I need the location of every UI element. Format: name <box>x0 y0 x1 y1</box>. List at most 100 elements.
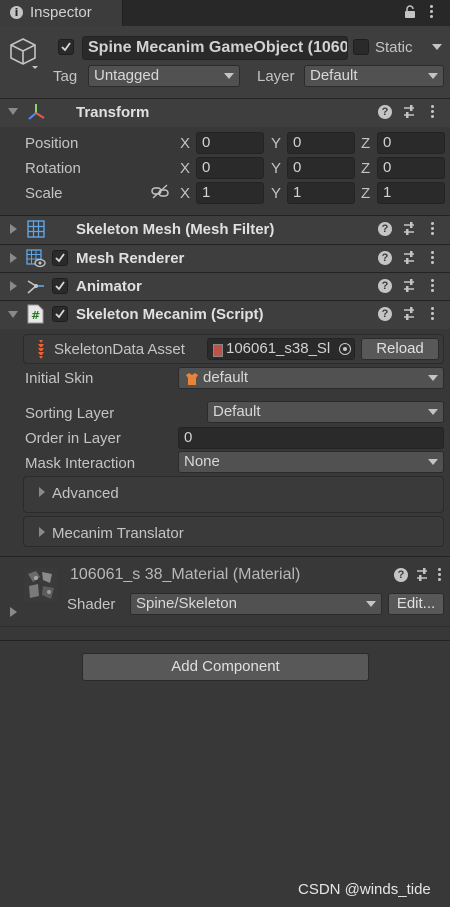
scale-z-label[interactable]: Z <box>361 185 370 202</box>
chevron-down-icon <box>366 601 376 607</box>
layer-dropdown[interactable]: Default <box>304 65 444 87</box>
order-in-layer-field[interactable]: 0 <box>178 427 444 449</box>
advanced-label: Advanced <box>52 485 119 502</box>
rotation-z-label[interactable]: Z <box>361 160 370 177</box>
mesh-renderer-enabled-checkbox[interactable] <box>52 250 68 266</box>
preset-icon[interactable] <box>415 567 429 583</box>
static-dropdown-arrow[interactable] <box>432 44 442 50</box>
foldout-expanded-icon[interactable] <box>8 311 18 318</box>
spine-icon <box>35 339 47 359</box>
rotation-x-label[interactable]: X <box>180 160 190 177</box>
tag-label: Tag <box>53 68 78 85</box>
rotation-z-field[interactable]: 0 <box>377 157 445 179</box>
animator-icon <box>26 277 46 296</box>
foldout-collapsed-icon[interactable] <box>10 224 17 234</box>
kebab-menu-icon[interactable] <box>430 5 434 20</box>
rotation-label: Rotation <box>25 160 81 177</box>
material-preview[interactable] <box>24 568 58 602</box>
script-icon: # <box>27 304 44 324</box>
help-icon[interactable]: ? <box>378 279 392 293</box>
shader-dropdown[interactable]: Spine/Skeleton <box>130 593 382 615</box>
initial-skin-dropdown[interactable]: default <box>178 367 444 389</box>
skeleton-mecanim-title: Skeleton Mecanim (Script) <box>76 306 264 323</box>
static-checkbox[interactable] <box>353 39 369 55</box>
order-in-layer-label: Order in Layer <box>25 430 121 447</box>
foldout-collapsed-icon[interactable] <box>39 487 45 497</box>
sorting-layer-dropdown[interactable]: Default <box>207 401 444 423</box>
reload-button[interactable]: Reload <box>361 338 439 360</box>
animator-enabled-checkbox[interactable] <box>52 278 68 294</box>
help-icon[interactable]: ? <box>394 568 408 582</box>
info-icon: i <box>10 6 23 19</box>
mesh-filter-title: Skeleton Mesh (Mesh Filter) <box>76 221 275 238</box>
mask-interaction-value: None <box>184 453 220 470</box>
add-component-button[interactable]: Add Component <box>82 653 369 681</box>
help-icon[interactable]: ? <box>378 251 392 265</box>
chevron-down-icon <box>428 73 438 79</box>
sorting-layer-value: Default <box>213 403 261 420</box>
preset-icon[interactable] <box>402 104 416 120</box>
help-icon[interactable]: ? <box>378 222 392 236</box>
link-icon[interactable] <box>151 184 169 200</box>
object-picker-icon[interactable] <box>339 343 351 355</box>
gameobject-cube-icon[interactable] <box>8 36 38 69</box>
tag-dropdown[interactable]: Untagged <box>88 65 240 87</box>
position-z-label[interactable]: Z <box>361 135 370 152</box>
rotation-y-field[interactable]: 0 <box>287 157 355 179</box>
kebab-menu-icon[interactable] <box>431 279 435 294</box>
gameobject-name-field[interactable]: Spine Mecanim GameObject (1060 <box>82 36 348 60</box>
lock-icon[interactable] <box>404 5 416 19</box>
skeleton-data-field[interactable]: 106061_s38_Sl <box>207 338 355 360</box>
scale-x-label[interactable]: X <box>180 185 190 202</box>
scale-y-label[interactable]: Y <box>271 185 281 202</box>
rotation-y-label[interactable]: Y <box>271 160 281 177</box>
rotation-x-field[interactable]: 0 <box>196 157 264 179</box>
position-x-label[interactable]: X <box>180 135 190 152</box>
svg-text:#: # <box>31 309 40 322</box>
position-z-field[interactable]: 0 <box>377 132 445 154</box>
tag-value: Untagged <box>94 67 160 84</box>
position-label: Position <box>25 135 79 152</box>
initial-skin-label: Initial Skin <box>25 370 94 387</box>
animator-title: Animator <box>76 278 142 295</box>
help-icon[interactable]: ? <box>378 307 392 321</box>
mesh-filter-icon <box>27 220 45 238</box>
chevron-down-icon <box>428 409 438 415</box>
chevron-down-icon <box>428 459 438 465</box>
edit-shader-button[interactable]: Edit... <box>388 593 444 615</box>
skeleton-data-label: SkeletonData Asset <box>54 341 185 358</box>
kebab-menu-icon[interactable] <box>431 251 435 266</box>
foldout-collapsed-icon[interactable] <box>10 607 17 617</box>
preset-icon[interactable] <box>402 250 416 266</box>
preset-icon[interactable] <box>402 306 416 322</box>
preset-icon[interactable] <box>402 278 416 294</box>
scale-z-field[interactable]: 1 <box>377 182 445 204</box>
skeleton-data-asset-icon <box>213 344 223 357</box>
mask-interaction-dropdown[interactable]: None <box>178 451 444 473</box>
shader-label: Shader <box>67 596 116 613</box>
preset-icon[interactable] <box>402 221 416 237</box>
skeleton-mecanim-enabled-checkbox[interactable] <box>52 306 68 322</box>
foldout-collapsed-icon[interactable] <box>39 527 45 537</box>
inspector-tab[interactable]: i Inspector <box>0 0 123 26</box>
sorting-layer-label: Sorting Layer <box>25 405 115 422</box>
position-x-field[interactable]: 0 <box>196 132 264 154</box>
position-y-label[interactable]: Y <box>271 135 281 152</box>
skin-icon <box>185 372 199 386</box>
kebab-menu-icon[interactable] <box>431 222 435 237</box>
kebab-menu-icon[interactable] <box>438 568 442 583</box>
kebab-menu-icon[interactable] <box>431 307 435 322</box>
position-y-field[interactable]: 0 <box>287 132 355 154</box>
skeleton-data-value: 106061_s38_Sl <box>226 340 331 357</box>
mesh-renderer-title: Mesh Renderer <box>76 250 185 267</box>
scale-y-field[interactable]: 1 <box>287 182 355 204</box>
foldout-collapsed-icon[interactable] <box>10 281 17 291</box>
scale-x-field[interactable]: 1 <box>196 182 264 204</box>
foldout-expanded-icon[interactable] <box>8 108 18 115</box>
kebab-menu-icon[interactable] <box>431 105 435 120</box>
chevron-down-icon <box>428 375 438 381</box>
foldout-collapsed-icon[interactable] <box>10 253 17 263</box>
gameobject-active-checkbox[interactable] <box>58 39 74 55</box>
help-icon[interactable]: ? <box>378 105 392 119</box>
inspector-tab-label: Inspector <box>30 4 92 21</box>
